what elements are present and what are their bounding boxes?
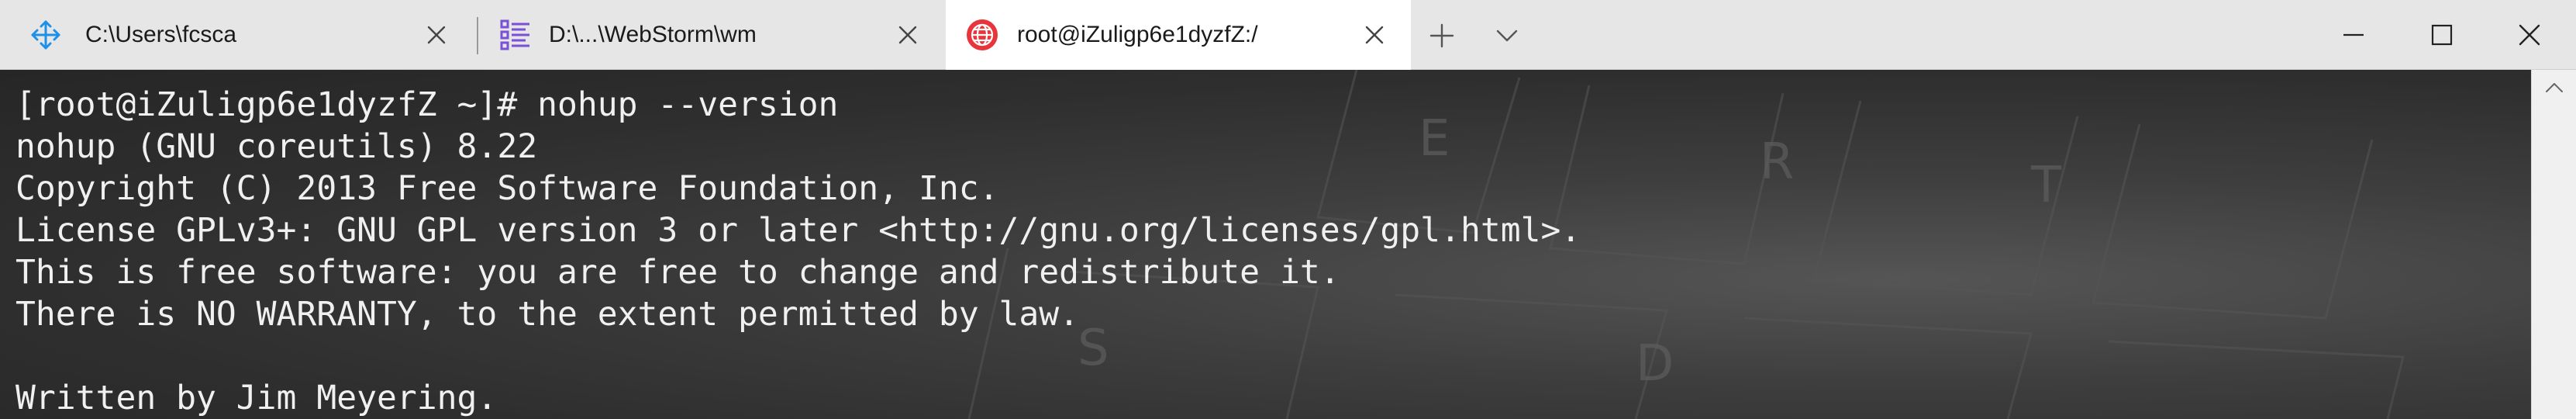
close-icon[interactable] <box>423 22 450 48</box>
tab-ssh-root[interactable]: root@iZuligp6e1dyzfZ:/ <box>946 0 1411 71</box>
globe-icon <box>966 19 998 51</box>
svg-text:T: T <box>2030 157 2062 214</box>
terminal-pane[interactable]: S D R T E [root@iZuligp6e1dyzfZ ~]# nohu… <box>0 70 2531 419</box>
close-window-button[interactable] <box>2483 0 2576 70</box>
tab-cmd[interactable]: C:\Users\fcsca <box>0 0 473 70</box>
tab-title: root@iZuligp6e1dyzfZ:/ <box>1017 22 1258 47</box>
tab-bar: C:\Users\fcsca D:\...\WebStorm\wm root@i… <box>0 0 2576 71</box>
maximize-button[interactable] <box>2395 0 2488 70</box>
chevron-up-icon[interactable] <box>2544 78 2564 98</box>
arrows-move-icon <box>29 19 62 51</box>
terminal-line: License GPLv3+: GNU GPL version 3 or lat… <box>16 211 1581 250</box>
close-icon[interactable] <box>1361 22 1388 48</box>
chevron-down-icon[interactable] <box>1488 17 1526 54</box>
terminal-line: nohup (GNU coreutils) 8.22 <box>16 127 538 166</box>
tab-title: D:\...\WebStorm\wm <box>549 22 757 47</box>
terminal-line: Written by Jim Meyering. <box>16 379 498 417</box>
checklist-icon <box>499 19 532 51</box>
terminal-output[interactable]: [root@iZuligp6e1dyzfZ ~]# nohup --versio… <box>16 84 1581 419</box>
terminal-line: Copyright (C) 2013 Free Software Foundat… <box>16 169 999 208</box>
tab-divider <box>477 17 478 54</box>
close-icon[interactable] <box>895 22 921 48</box>
scrollbar[interactable] <box>2531 70 2576 419</box>
tab-title: C:\Users\fcsca <box>85 22 237 47</box>
tab-webstorm[interactable]: D:\...\WebStorm\wm <box>479 0 944 70</box>
new-tab-button[interactable] <box>1423 17 1460 54</box>
terminal-window: C:\Users\fcsca D:\...\WebStorm\wm root@i… <box>0 0 2576 419</box>
minimize-button[interactable] <box>2307 0 2400 70</box>
svg-text:R: R <box>1760 133 1794 191</box>
terminal-line: There is NO WARRANTY, to the extent perm… <box>16 295 1080 334</box>
svg-text:D: D <box>1636 335 1674 393</box>
terminal-line: This is free software: you are free to c… <box>16 253 1340 292</box>
terminal-line: [root@iZuligp6e1dyzfZ ~]# nohup --versio… <box>16 85 839 124</box>
